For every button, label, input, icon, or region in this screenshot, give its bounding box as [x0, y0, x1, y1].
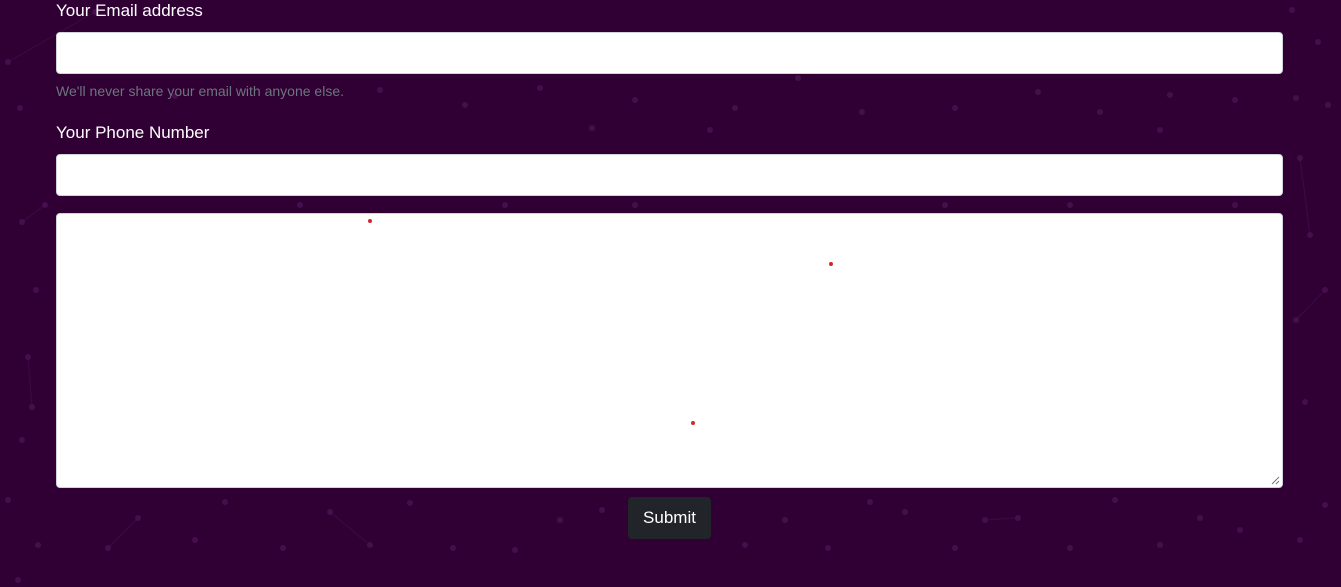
particle-dot: [691, 421, 695, 425]
submit-button[interactable]: Submit: [628, 497, 711, 539]
email-field[interactable]: [56, 32, 1283, 74]
email-label: Your Email address: [56, 1, 203, 20]
particle-dot: [368, 219, 372, 223]
resize-handle-icon[interactable]: [1271, 476, 1280, 485]
email-help-text: We'll never share your email with anyone…: [56, 83, 344, 99]
message-textarea[interactable]: [56, 213, 1283, 488]
phone-field[interactable]: [56, 154, 1283, 196]
particle-dot: [829, 262, 833, 266]
phone-label: Your Phone Number: [56, 123, 210, 142]
